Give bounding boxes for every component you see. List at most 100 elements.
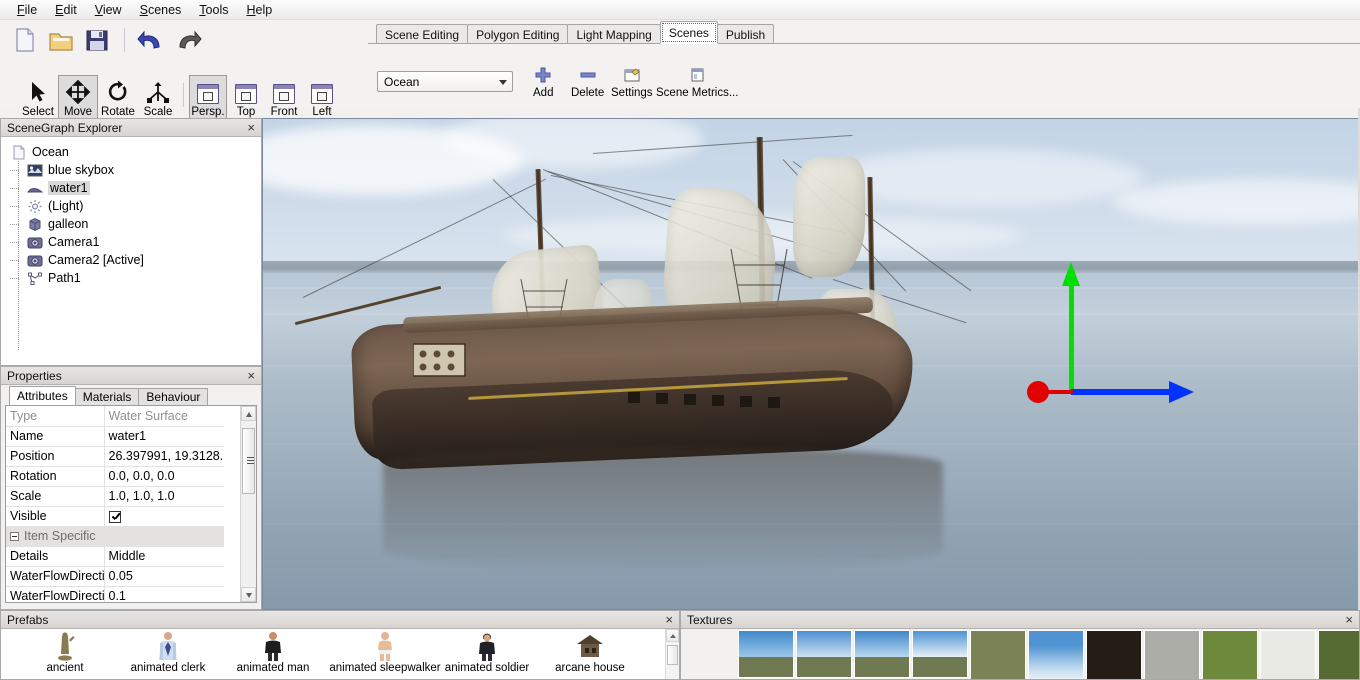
new-document-icon[interactable] <box>10 25 40 55</box>
scroll-up-arrow-icon[interactable] <box>666 629 679 642</box>
table-row[interactable]: WaterFlowDirectio 0.05 <box>6 566 224 587</box>
attr-value[interactable]: 0.1 <box>104 586 224 602</box>
close-icon[interactable]: × <box>663 613 675 626</box>
tab-polygon-editing[interactable]: Polygon Editing <box>467 24 569 44</box>
attr-value[interactable]: 0.05 <box>104 566 224 587</box>
texture-thumb-dark-grass-texture[interactable] <box>1318 630 1359 679</box>
tab-scenes[interactable]: Scenes <box>659 21 718 44</box>
scrollbar-thumb[interactable] <box>667 645 678 665</box>
table-row[interactable]: Visible <box>6 506 224 527</box>
attr-value[interactable]: 26.397991, 19.3128. <box>104 446 224 467</box>
texture-thumb-green-grass-texture[interactable] <box>1202 630 1258 679</box>
menu-item-tools[interactable]: Tools <box>190 1 237 19</box>
texture-thumb-concrete-texture[interactable] <box>1144 630 1200 679</box>
scene-metrics-button[interactable]: Scene Metrics... <box>656 66 738 99</box>
prefabs-scrollbar[interactable] <box>665 629 679 679</box>
close-icon[interactable]: × <box>1343 613 1355 626</box>
scene-delete-button[interactable]: Delete <box>571 66 604 99</box>
menu-item-view[interactable]: View <box>86 1 131 19</box>
scroll-up-arrow-icon[interactable] <box>241 406 256 421</box>
scenegraph-tree[interactable]: Ocean blue skybox water1 (Light) galleon… <box>1 137 261 365</box>
texture-thumb-ornament-tile-texture[interactable] <box>1086 630 1142 679</box>
attr-value[interactable]: water1 <box>104 426 224 447</box>
texture-thumb-skybox-grass-3[interactable] <box>854 630 910 678</box>
table-row[interactable]: Scale 1.0, 1.0, 1.0 <box>6 486 224 507</box>
table-row[interactable]: WaterFlowDirectio 0.1 <box>6 586 224 602</box>
menu-item-help[interactable]: Help <box>237 1 281 19</box>
3d-viewport[interactable] <box>262 118 1360 610</box>
attr-value[interactable]: 0.0, 0.0, 0.0 <box>104 466 224 487</box>
tab-materials[interactable]: Materials <box>74 388 140 405</box>
tab-publish[interactable]: Publish <box>716 24 775 44</box>
texture-thumb-skybox-grass-4[interactable] <box>912 630 968 678</box>
table-row[interactable]: Rotation 0.0, 0.0, 0.0 <box>6 466 224 487</box>
scrollbar-thumb[interactable] <box>242 428 255 494</box>
texture-thumb-skybox-grass-2[interactable] <box>796 630 852 678</box>
table-row[interactable]: Type Water Surface <box>6 406 224 427</box>
tree-node-galleon[interactable]: galleon <box>9 215 261 233</box>
tool-scale[interactable]: Scale <box>138 75 178 121</box>
tool-select[interactable]: Select <box>18 75 58 121</box>
path-nodes-icon <box>27 271 43 286</box>
menu-item-edit[interactable]: Edit <box>46 1 86 19</box>
visible-checkbox[interactable] <box>108 510 121 523</box>
tab-light-mapping[interactable]: Light Mapping <box>567 24 661 44</box>
scene-selector[interactable]: Ocean <box>377 71 513 92</box>
open-folder-icon[interactable] <box>46 25 76 55</box>
table-group-row[interactable]: Item Specific <box>6 526 224 547</box>
tree-node-blue-skybox[interactable]: blue skybox <box>9 161 261 179</box>
scene-settings-button[interactable]: Settings <box>611 66 653 99</box>
undo-icon[interactable] <box>137 25 167 55</box>
tree-node-camera1[interactable]: Camera1 <box>9 233 261 251</box>
tool-rotate[interactable]: Rotate <box>98 75 138 121</box>
table-row[interactable]: Details Middle <box>6 546 224 567</box>
properties-scrollbar[interactable] <box>240 406 256 602</box>
tab-behaviour[interactable]: Behaviour <box>138 388 209 405</box>
view-top[interactable]: Top <box>227 75 265 121</box>
tree-label-camera1: Camera1 <box>48 235 100 249</box>
scene-add-button[interactable]: Add <box>533 66 553 99</box>
tab-scene-editing[interactable]: Scene Editing <box>376 24 469 44</box>
tree-node-ocean[interactable]: Ocean <box>9 143 261 161</box>
menu-item-scenes[interactable]: Scenes <box>131 1 191 19</box>
galleon-ship-model[interactable] <box>293 129 993 569</box>
table-row[interactable]: Name water1 <box>6 426 224 447</box>
sleepwalker-thumb <box>368 631 402 661</box>
textures-panel: Textures × <box>680 610 1360 680</box>
scroll-down-arrow-icon[interactable] <box>241 587 256 602</box>
attr-value[interactable]: 1.0, 1.0, 1.0 <box>104 486 224 507</box>
table-row[interactable]: Position 26.397991, 19.3128. <box>6 446 224 467</box>
tree-node-water1[interactable]: water1 <box>9 179 261 197</box>
tree-guide-stub <box>10 224 19 225</box>
texture-thumb-skybox-grass-1[interactable] <box>738 630 794 678</box>
attr-value[interactable]: Middle <box>104 546 224 567</box>
close-icon[interactable]: × <box>245 369 257 382</box>
attr-key: Type <box>6 406 105 427</box>
tree-node-camera2[interactable]: Camera2 [Active] <box>9 251 261 269</box>
tool-move[interactable]: Move <box>58 75 98 121</box>
collapse-toggle-icon[interactable] <box>10 532 19 542</box>
redo-icon[interactable] <box>173 25 203 55</box>
prefab-item-ancient[interactable]: ancient <box>17 631 113 679</box>
tree-node-path1[interactable]: Path1 <box>9 269 261 287</box>
tree-label-light: (Light) <box>48 199 84 213</box>
textures-list[interactable] <box>681 629 1359 679</box>
attr-key: Visible <box>6 506 105 527</box>
texture-thumb-plant-texture[interactable] <box>1260 630 1316 679</box>
prefab-item-arcane-house[interactable]: arcane house <box>542 631 638 679</box>
texture-thumb-sky-cloud-texture[interactable] <box>1028 630 1084 679</box>
prefabs-list[interactable]: ancient animated clerk animated man anim… <box>1 629 679 679</box>
view-front[interactable]: Front <box>265 75 303 121</box>
view-left[interactable]: Left <box>303 75 341 121</box>
prefab-item-animated-clerk[interactable]: animated clerk <box>120 631 216 679</box>
view-persp[interactable]: Persp. <box>189 75 227 121</box>
prefab-item-animated-man[interactable]: animated man <box>225 631 321 679</box>
close-icon[interactable]: × <box>245 121 257 134</box>
tree-node-light[interactable]: (Light) <box>9 197 261 215</box>
save-floppy-icon[interactable] <box>82 25 112 55</box>
tab-attributes[interactable]: Attributes <box>9 386 76 405</box>
prefab-item-animated-soldier[interactable]: animated soldier <box>435 631 539 679</box>
prefab-item-animated-sleepwalker[interactable]: animated sleepwalker <box>329 631 441 679</box>
menu-item-file[interactable]: FFileile <box>8 1 46 19</box>
texture-thumb-grass-texture[interactable] <box>970 630 1026 679</box>
